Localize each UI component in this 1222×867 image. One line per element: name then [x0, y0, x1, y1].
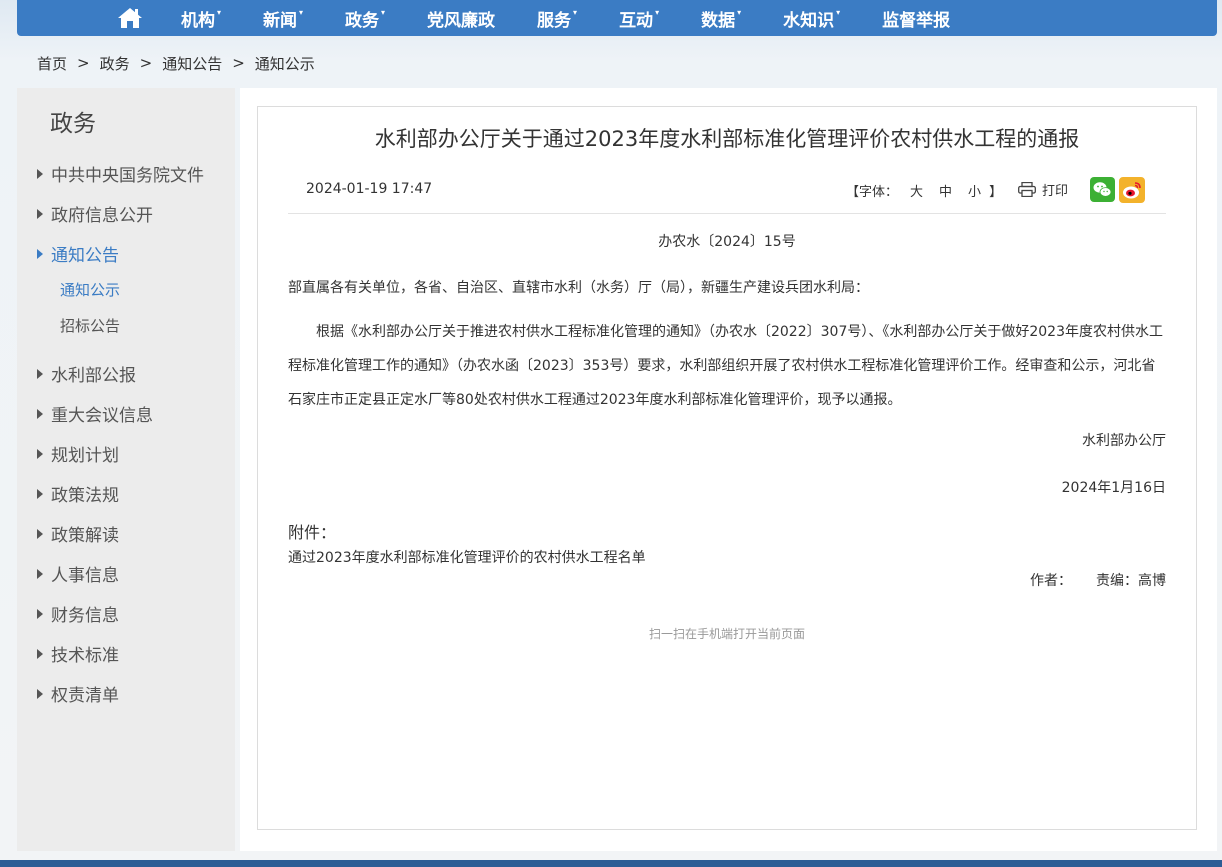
triangle-right-icon [37, 208, 43, 219]
header-divider [288, 213, 1166, 214]
breadcrumb-notices[interactable]: 通知公告 [162, 53, 222, 74]
sidebar-subitem-active[interactable]: 通知公示 [60, 279, 120, 300]
footer-bar [0, 860, 1222, 867]
sidebar-item[interactable]: 政策法规 [37, 481, 119, 506]
sidebar-item[interactable]: 财务信息 [37, 601, 119, 626]
sidebar-item[interactable]: 人事信息 [37, 561, 119, 586]
triangle-right-icon [37, 568, 43, 579]
author-line: 作者： 责编： 高博 [1030, 570, 1166, 590]
sidebar-item[interactable]: 权责清单 [37, 681, 119, 706]
caret-down-icon: ▾ [836, 7, 841, 17]
sidebar-item[interactable]: 技术标准 [37, 641, 119, 666]
font-medium-button[interactable]: 中 [939, 181, 952, 200]
caret-down-icon: ▾ [737, 7, 742, 17]
nav-item-jiandu[interactable]: 监督举报 [882, 6, 950, 31]
breadcrumb-home[interactable]: 首页 [37, 53, 67, 74]
print-button[interactable]: 打印 [1018, 180, 1068, 199]
sidebar-item[interactable]: 水利部公报 [37, 361, 136, 386]
triangle-right-icon [37, 368, 43, 379]
sidebar-item[interactable]: 中共中央国务院文件 [37, 161, 204, 186]
font-size-close: 】 [989, 185, 1003, 200]
caret-down-icon: ▾ [217, 7, 222, 17]
home-icon[interactable] [117, 7, 143, 29]
editor-label: 责编： [1096, 573, 1138, 589]
breadcrumb-separator: > [232, 54, 245, 72]
body-paragraph: 根据《水利部办公厅关于推进农村供水工程标准化管理的通知》（办农水〔2022〕30… [288, 324, 1163, 408]
main-content: 水利部办公厅关于通过2023年度水利部标准化管理评价农村供水工程的通报 2024… [240, 88, 1217, 851]
breadcrumb-separator: > [77, 54, 90, 72]
triangle-right-icon [37, 448, 43, 459]
author-label: 作者： [1030, 573, 1072, 589]
font-size-label: 【字体： [846, 185, 899, 200]
publish-date: 2024-01-19 17:47 [306, 181, 433, 197]
top-nav: 机构 ▾ 新闻 ▾ 政务 ▾ 党风廉政 服务 ▾ 互动 ▾ 数据 ▾ 水知识 ▾ 监督举报 [17, 0, 1217, 36]
triangle-right-icon [37, 608, 43, 619]
attachment-link[interactable]: 通过2023年度水利部标准化管理评价的农村供水工程名单 [288, 547, 646, 567]
salutation: 部直属各有关单位，各省、自治区、直辖市水利（水务）厅（局），新疆生产建设兵团水利… [288, 280, 869, 296]
printer-icon [1018, 181, 1036, 198]
nav-item-zhengwu[interactable]: 政务 ▾ [345, 6, 385, 31]
sidebar: 政务 中共中央国务院文件 政府信息公开 通知公告 通知公示 招标公告 水利部公报… [17, 88, 235, 851]
document-number: 办农水〔2024〕15号 [658, 234, 796, 250]
caret-down-icon: ▾ [573, 7, 578, 17]
weibo-share-icon[interactable] [1119, 177, 1145, 203]
nav-item-dangfeng[interactable]: 党风廉政 [427, 6, 495, 31]
nav-item-fuwu[interactable]: 服务 ▾ [537, 6, 577, 31]
font-size-control: 【字体： 大 中 小 】 [846, 181, 1006, 200]
triangle-right-icon [37, 688, 43, 699]
caret-down-icon: ▾ [381, 7, 386, 17]
signature-org: 水利部办公厅 [1082, 433, 1166, 449]
triangle-right-icon [37, 408, 43, 419]
triangle-right-icon [37, 168, 43, 179]
nav-item-hudong[interactable]: 互动 ▾ [619, 6, 659, 31]
nav-item-xinwen[interactable]: 新闻 ▾ [263, 6, 303, 31]
nav-item-shuizhishi[interactable]: 水知识 ▾ [783, 6, 840, 31]
wechat-share-icon[interactable] [1090, 177, 1115, 202]
sidebar-item-active[interactable]: 通知公告 [37, 241, 119, 266]
editor-name: 高博 [1138, 573, 1166, 589]
triangle-right-icon [37, 488, 43, 499]
nav-item-shuju[interactable]: 数据 ▾ [701, 6, 741, 31]
caret-down-icon: ▾ [299, 7, 304, 17]
triangle-right-icon [37, 528, 43, 539]
triangle-right-icon [37, 248, 43, 259]
attachment-label: 附件： [288, 523, 337, 542]
nav-item-jigou[interactable]: 机构 ▾ [181, 6, 221, 31]
breadcrumb-current[interactable]: 通知公示 [255, 53, 315, 74]
article-panel: 水利部办公厅关于通过2023年度水利部标准化管理评价农村供水工程的通报 2024… [257, 106, 1197, 830]
sidebar-subitem[interactable]: 招标公告 [60, 315, 120, 336]
qr-hint: 扫一扫在手机端打开当前页面 [648, 627, 805, 641]
sidebar-item[interactable]: 规划计划 [37, 441, 119, 466]
sidebar-title: 政务 [50, 111, 96, 137]
sidebar-item[interactable]: 政府信息公开 [37, 201, 153, 226]
article-title: 水利部办公厅关于通过2023年度水利部标准化管理评价农村供水工程的通报 [374, 127, 1080, 151]
sidebar-item[interactable]: 重大会议信息 [37, 401, 153, 426]
signature-date: 2024年1月16日 [1061, 480, 1166, 496]
triangle-right-icon [37, 648, 43, 659]
font-large-button[interactable]: 大 [910, 181, 923, 200]
breadcrumb-zhengwu[interactable]: 政务 [100, 53, 130, 74]
breadcrumb-separator: > [139, 54, 153, 72]
sidebar-item[interactable]: 政策解读 [37, 521, 119, 546]
caret-down-icon: ▾ [655, 7, 660, 17]
font-small-button[interactable]: 小 [968, 181, 981, 200]
breadcrumb: 首页 > 政务 > 通知公告 > 通知公示 [37, 53, 315, 73]
